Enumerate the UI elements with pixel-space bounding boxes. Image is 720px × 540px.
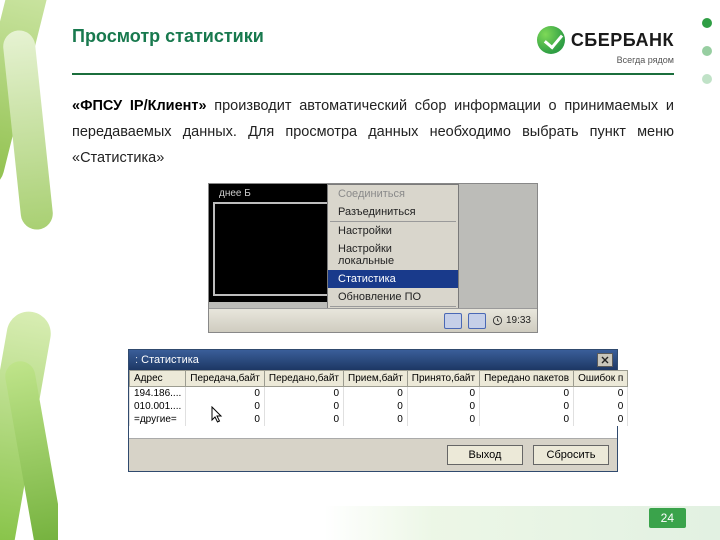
- table-cell: 0: [574, 387, 628, 401]
- tray-icon[interactable]: [468, 313, 486, 329]
- header-divider: [72, 73, 674, 75]
- table-cell: 0: [264, 387, 343, 401]
- cursor-icon: [211, 406, 225, 424]
- body-paragraph: «ФПСУ IP/Клиент» производит автоматическ…: [72, 93, 674, 171]
- table-cell: 0: [407, 413, 479, 426]
- window-title: : Статистика: [135, 354, 199, 366]
- table-header[interactable]: Ошибок п: [574, 371, 628, 387]
- exit-button[interactable]: Выход: [447, 445, 523, 465]
- brand-name: СБЕРБАНК: [571, 31, 674, 49]
- table-cell: 0: [480, 413, 574, 426]
- table-header[interactable]: Принято,байт: [407, 371, 479, 387]
- table-cell: 0: [480, 400, 574, 413]
- table-cell: 0: [407, 387, 479, 401]
- context-menu: СоединитьсяРазъединитьсяНастройкиНастрой…: [327, 184, 459, 326]
- table-row[interactable]: 194.186....000000: [130, 387, 628, 401]
- table-header[interactable]: Передача,байт: [186, 371, 265, 387]
- table-cell: 194.186....: [130, 387, 186, 401]
- clock-icon: [492, 315, 503, 326]
- context-menu-screenshot: днее Б СоединитьсяРазъединитьсяНастройки…: [208, 183, 538, 333]
- statistics-table: АдресПередача,байтПередано,байтПрием,бай…: [129, 370, 628, 426]
- table-cell: =другие=: [130, 413, 186, 426]
- menu-item[interactable]: Настройки локальные: [328, 240, 458, 270]
- close-button[interactable]: [597, 353, 613, 367]
- menu-item[interactable]: Статистика: [328, 270, 458, 288]
- table-header[interactable]: Адрес: [130, 371, 186, 387]
- menu-item[interactable]: Обновление ПО: [328, 288, 458, 306]
- table-cell: 0: [574, 400, 628, 413]
- statistics-window: : Статистика АдресПередача,байтПередано,…: [128, 349, 618, 472]
- window-button-row: Выход Сбросить: [129, 438, 617, 471]
- table-header[interactable]: Передано,байт: [264, 371, 343, 387]
- table-cell: 0: [344, 413, 408, 426]
- table-header[interactable]: Передано пакетов: [480, 371, 574, 387]
- menu-item[interactable]: Соединиться: [328, 185, 458, 203]
- window-titlebar[interactable]: : Статистика: [129, 350, 617, 370]
- brand-block: СБЕРБАНК Всегда рядом: [537, 26, 674, 65]
- table-cell: 0: [264, 413, 343, 426]
- close-icon: [601, 356, 609, 364]
- sberbank-logo-icon: [537, 26, 565, 54]
- table-cell: 0: [407, 400, 479, 413]
- menu-item[interactable]: Разъединиться: [328, 203, 458, 221]
- footer-gradient: [0, 506, 720, 540]
- table-cell: 0: [574, 413, 628, 426]
- page-title: Просмотр статистики: [72, 26, 264, 47]
- table-row[interactable]: 010.001....000000: [130, 400, 628, 413]
- reset-button[interactable]: Сбросить: [533, 445, 609, 465]
- table-cell: 0: [344, 387, 408, 401]
- table-header[interactable]: Прием,байт: [344, 371, 408, 387]
- table-cell: 0: [186, 413, 265, 426]
- menu-item[interactable]: Настройки: [328, 222, 458, 240]
- taskbar-clock: 19:33: [492, 315, 531, 326]
- table-cell: 0: [344, 400, 408, 413]
- table-cell: 0: [480, 387, 574, 401]
- tray-icon[interactable]: [444, 313, 462, 329]
- brand-slogan: Всегда рядом: [537, 56, 674, 65]
- taskbar: 19:33: [209, 308, 537, 332]
- table-cell: 0: [264, 400, 343, 413]
- table-cell: 0: [186, 387, 265, 401]
- body-lead-bold: «ФПСУ IP/Клиент»: [72, 98, 207, 114]
- table-cell: 0: [186, 400, 265, 413]
- bg-app-text: днее Б: [219, 188, 251, 199]
- table-row[interactable]: =другие=000000: [130, 413, 628, 426]
- page-number-badge: 24: [649, 508, 686, 528]
- table-cell: 010.001....: [130, 400, 186, 413]
